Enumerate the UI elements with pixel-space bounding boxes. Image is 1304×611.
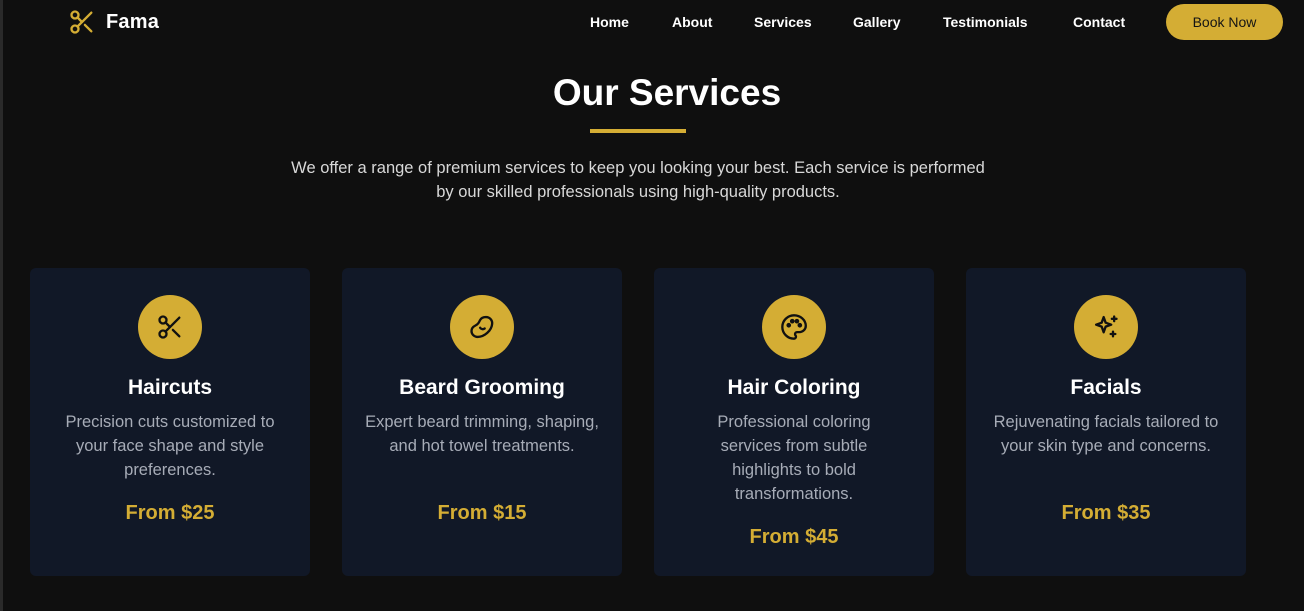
service-title: Facials — [1070, 376, 1142, 399]
nav-link-gallery[interactable]: Gallery — [853, 12, 900, 32]
service-card-haircuts: Haircuts Precision cuts customized to yo… — [30, 268, 310, 576]
section-title: Our Services — [552, 72, 782, 113]
service-icon-badge — [450, 295, 514, 359]
sparkles-icon — [1094, 315, 1118, 338]
service-price: From $25 — [125, 502, 215, 524]
service-icon-badge — [138, 295, 202, 359]
service-price: From $15 — [437, 502, 527, 524]
title-underline — [590, 129, 686, 133]
nav-link-testimonials[interactable]: Testimonials — [943, 12, 1028, 32]
service-title: Haircuts — [127, 376, 213, 399]
service-price: From $35 — [1061, 502, 1151, 524]
service-card-facials: Facials Rejuvenating facials tailored to… — [966, 268, 1246, 576]
service-card-beard-grooming: Beard Grooming Expert beard trimming, sh… — [342, 268, 622, 576]
nav-link-contact[interactable]: Contact — [1073, 12, 1125, 32]
service-icon-badge — [1074, 295, 1138, 359]
top-navbar: Fama Home About Services Gallery Testimo… — [0, 0, 1304, 44]
palette-icon — [781, 314, 807, 340]
service-description: Professional coloring services from subt… — [717, 413, 871, 503]
service-description: Expert beard trimming, shaping, and hot … — [365, 413, 599, 455]
service-description: Rejuvenating facials tailored to your sk… — [993, 413, 1219, 455]
service-price: From $45 — [749, 526, 839, 548]
service-description: Precision cuts customized to your face s… — [65, 413, 275, 479]
book-now-button[interactable]: Book Now — [1166, 4, 1283, 40]
nav-links: Home About Services Gallery Testimonials… — [0, 12, 1304, 32]
beard-icon — [470, 315, 494, 339]
service-title: Beard Grooming — [399, 376, 565, 399]
service-title: Hair Coloring — [727, 376, 861, 399]
nav-link-services[interactable]: Services — [754, 12, 812, 32]
section-intro: We offer a range of premium services to … — [291, 159, 985, 201]
service-card-hair-coloring: Hair Coloring Professional coloring serv… — [654, 268, 934, 576]
service-icon-badge — [762, 295, 826, 359]
scissors-icon — [158, 315, 181, 339]
nav-link-about[interactable]: About — [672, 12, 712, 32]
nav-link-home[interactable]: Home — [590, 12, 629, 32]
